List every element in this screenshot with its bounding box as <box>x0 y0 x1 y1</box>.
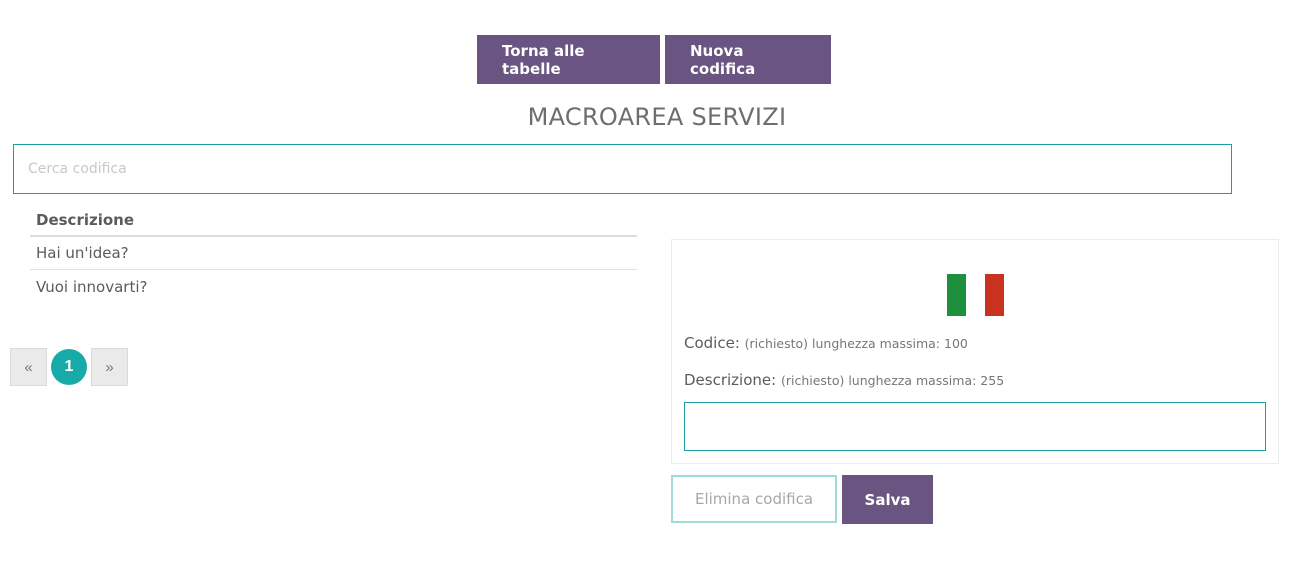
search-input[interactable] <box>13 144 1232 194</box>
page-title: MACROAREA SERVIZI <box>527 103 787 131</box>
pagination-next-button[interactable]: » <box>91 348 128 386</box>
edit-form-card: Codice: (richiesto) lunghezza massima: 1… <box>671 239 1279 464</box>
codings-table: Descrizione Hai un'idea? Vuoi innovarti? <box>30 205 637 303</box>
description-hint: (richiesto) lunghezza massima: 255 <box>780 373 1005 388</box>
italy-flag-icon <box>947 274 1004 316</box>
description-label: Descrizione: <box>684 371 777 389</box>
column-header-description: Descrizione <box>30 205 637 237</box>
new-coding-button[interactable]: Nuova codifica <box>665 35 831 84</box>
pagination-prev-button[interactable]: « <box>10 348 47 386</box>
code-label: Codice: <box>684 334 740 352</box>
table-row[interactable]: Hai un'idea? <box>30 237 637 270</box>
code-field-label: Codice: (richiesto) lunghezza massima: 1… <box>684 334 968 352</box>
form-actions: Elimina codifica Salva <box>671 475 933 524</box>
code-hint: (richiesto) lunghezza massima: 100 <box>744 336 968 351</box>
pagination: « 1 » <box>10 348 128 386</box>
pagination-page-1[interactable]: 1 <box>51 349 87 385</box>
description-field-label: Descrizione: (richiesto) lunghezza massi… <box>684 371 1004 389</box>
table-row[interactable]: Vuoi innovarti? <box>30 270 637 303</box>
save-button[interactable]: Salva <box>842 475 933 524</box>
top-toolbar: Torna alle tabelle Nuova codifica <box>477 35 831 84</box>
description-input[interactable] <box>684 402 1266 451</box>
back-to-tables-button[interactable]: Torna alle tabelle <box>477 35 660 84</box>
delete-coding-button[interactable]: Elimina codifica <box>671 475 837 523</box>
